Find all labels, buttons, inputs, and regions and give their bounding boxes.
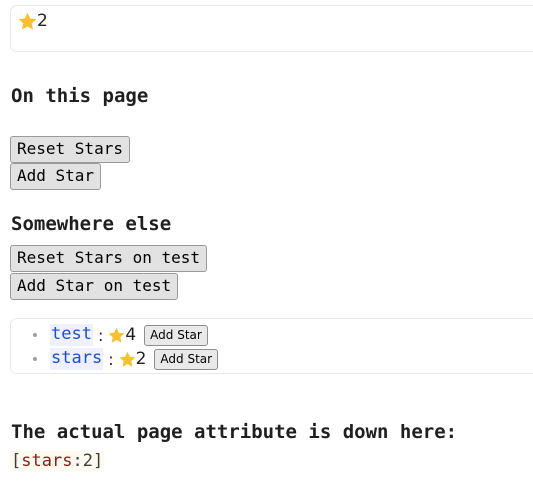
star-count-value: 2	[37, 11, 48, 31]
attribute-separator: :	[97, 325, 104, 345]
star-count-panel: 2	[10, 5, 533, 52]
add-star-button-test[interactable]: Add Star	[144, 324, 208, 346]
attribute-separator: :	[72, 451, 83, 471]
list-item: test : 4 Add Star	[11, 323, 533, 347]
list-item: stars : 2 Add Star	[11, 347, 533, 371]
attribute-name: stars	[21, 451, 73, 471]
reset-stars-button[interactable]: Reset Stars	[10, 136, 130, 163]
section-heading-on-this-page: On this page	[11, 85, 149, 107]
add-star-button-stars[interactable]: Add Star	[154, 348, 219, 370]
close-bracket: ]	[92, 451, 104, 471]
reset-stars-on-test-button[interactable]: Reset Stars on test	[10, 245, 208, 272]
attribute-separator: :	[108, 349, 114, 369]
star-count-display: 2	[18, 12, 48, 31]
bullet-icon	[33, 357, 37, 361]
page-attribute-heading: The actual page attribute is down here:	[11, 421, 458, 443]
open-bracket: [	[11, 451, 22, 471]
attribute-key: stars	[50, 348, 104, 370]
attribute-count: 4	[125, 325, 137, 345]
attribute-key: test	[50, 324, 93, 346]
star-icon	[108, 327, 125, 344]
add-star-on-test-button[interactable]: Add Star on test	[10, 273, 179, 300]
attribute-count: 2	[135, 349, 147, 369]
attributes-list-panel: test : 4 Add Star stars : 2 Add Star	[10, 318, 533, 374]
star-icon	[119, 351, 136, 368]
page-attribute-value: [stars:2]	[10, 451, 105, 471]
attribute-number: 2	[82, 451, 93, 471]
attributes-list: test : 4 Add Star stars : 2 Add Star	[11, 323, 533, 371]
section-heading-somewhere-else: Somewhere else	[11, 213, 172, 235]
star-icon	[18, 12, 37, 31]
add-star-button[interactable]: Add Star	[10, 163, 102, 190]
bullet-icon	[33, 333, 37, 337]
